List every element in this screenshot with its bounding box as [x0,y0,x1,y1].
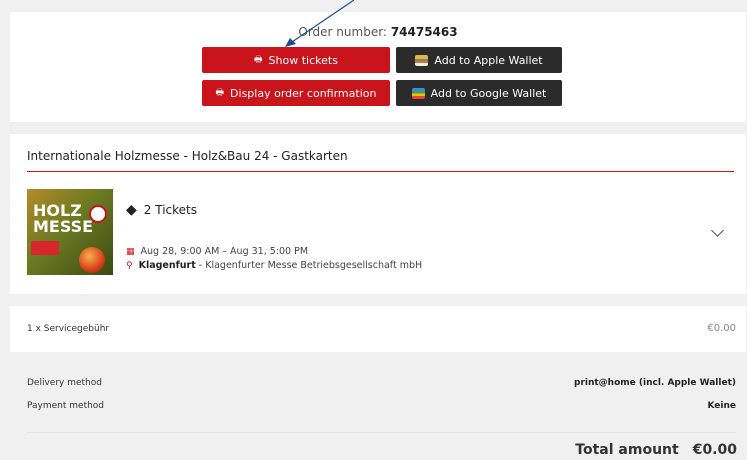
event-title: Internationale Holzmesse - Holz&Bau 24 -… [27,149,348,163]
service-fee-value: €0.00 [707,323,736,334]
order-number-label: Order number: [298,25,387,39]
show-tickets-label: Show tickets [268,53,338,67]
venue-city: Klagenfurt [138,260,196,271]
printer-icon: 🖶 [215,88,225,98]
service-fee-label: 1 x Servicegebühr [27,324,110,334]
payment-method-label: Payment method [27,401,105,411]
event-divider [27,171,734,172]
service-fee-card: 1 x Servicegebühr €0.00 [10,306,746,352]
tickets-count-label: 2 Tickets [143,203,197,217]
total-amount: Total amount €0.00 [575,442,737,458]
event-thumbnail: HOLZ MESSE [27,189,113,275]
delivery-method-value: print@home (incl. Apple Wallet) [574,378,736,388]
total-amount-label: Total amount [575,442,679,458]
ticket-icon: ◆ [126,202,137,218]
tickets-count: ◆ 2 Tickets [126,202,197,218]
location-pin-icon: ⚲ [126,260,133,271]
delivery-method-row: Delivery method print@home (incl. Apple … [27,378,736,388]
order-card: Order number: 74475463 🖶 Show tickets Ad… [10,12,746,122]
payment-method-value: Keine [707,401,736,411]
show-tickets-button[interactable]: 🖶 Show tickets [202,47,390,73]
chevron-down-icon[interactable] [711,224,724,237]
add-to-apple-wallet-button[interactable]: Add to Apple Wallet [396,47,562,73]
google-wallet-label: Add to Google Wallet [430,86,547,100]
event-venue: ⚲ Klagenfurt - Klagenfurter Messe Betrie… [126,260,422,271]
event-date: ▦ Aug 28, 9:00 AM – Aug 31, 5:00 PM [126,246,308,257]
printer-icon: 🖶 [254,55,263,65]
event-thumbnail-date [31,241,59,255]
add-to-google-wallet-button[interactable]: Add to Google Wallet [396,80,562,106]
google-wallet-icon [411,87,425,99]
venue-detail: - Klagenfurter Messe Betriebsgesellschaf… [195,260,423,271]
order-number-value: 74475463 [390,25,458,39]
event-thumbnail-badge [89,205,107,223]
total-amount-value: €0.00 [692,442,737,458]
event-card: Internationale Holzmesse - Holz&Bau 24 -… [10,134,746,294]
summary-divider [27,432,736,433]
order-number: Order number: 74475463 [10,25,746,39]
display-confirmation-label: Display order confirmation [230,86,377,100]
event-thumbnail-ball [79,247,105,273]
display-order-confirmation-button[interactable]: 🖶 Display order confirmation [202,80,390,106]
payment-method-row: Payment method Keine [27,401,736,411]
calendar-icon: ▦ [126,246,135,257]
apple-wallet-label: Add to Apple Wallet [434,53,543,67]
apple-wallet-icon [415,54,429,66]
event-date-text: Aug 28, 9:00 AM – Aug 31, 5:00 PM [140,246,309,257]
delivery-method-label: Delivery method [27,378,102,388]
